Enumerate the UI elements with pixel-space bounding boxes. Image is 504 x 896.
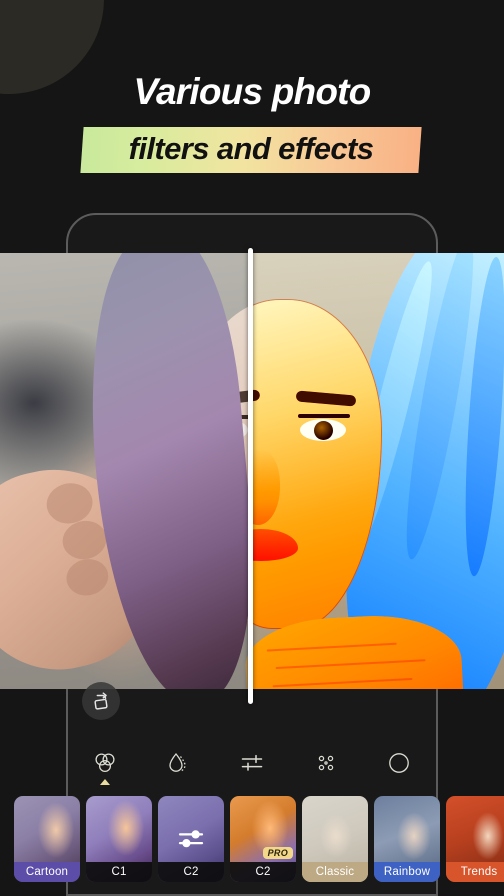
- tool-filters[interactable]: [81, 739, 129, 787]
- dots-grid-icon: [318, 755, 333, 771]
- filter-thumb-c2-3[interactable]: PRO C2: [230, 796, 296, 882]
- tool-blur[interactable]: [154, 739, 202, 787]
- photo-after-image: [250, 253, 504, 689]
- before-after-divider[interactable]: [248, 248, 253, 704]
- photo-after-half: [250, 253, 504, 689]
- page-title: Various photo: [133, 71, 372, 112]
- filter-thumb-label: C2: [158, 862, 224, 882]
- rotate-button[interactable]: [82, 682, 120, 720]
- droplet-icon: [169, 753, 187, 772]
- promo-screenshot: Various photo filters and effects Cartoo…: [0, 0, 504, 896]
- three-circles-icon: [95, 753, 115, 773]
- filter-thumb-c2-2[interactable]: C2: [158, 796, 224, 882]
- page-subtitle: filters and effects: [128, 131, 374, 166]
- photo-before-half: [0, 253, 250, 689]
- filter-thumb-cartoon-0[interactable]: Cartoon: [14, 796, 80, 882]
- filter-thumb-label: Rainbow: [374, 862, 440, 882]
- tool-vignette[interactable]: [375, 739, 423, 787]
- filter-thumb-trends-6[interactable]: Trends: [446, 796, 504, 882]
- sliders-icon: [241, 754, 263, 771]
- headline-banner: filters and effects: [80, 127, 422, 173]
- photo-before-image: [0, 253, 250, 689]
- filter-thumb-label: Trends: [446, 862, 504, 882]
- filter-thumb-classic-4[interactable]: Classic: [302, 796, 368, 882]
- tool-effects[interactable]: [302, 739, 350, 787]
- filter-thumb-label: Classic: [302, 862, 368, 882]
- filter-strip[interactable]: Cartoon C1 C2 PRO C2 Classic Rainbow Trends: [0, 796, 504, 888]
- filter-thumb-label: Cartoon: [14, 862, 80, 882]
- filter-thumb-rainbow-5[interactable]: Rainbow: [374, 796, 440, 882]
- filter-thumb-c1-1[interactable]: C1: [86, 796, 152, 882]
- circle-icon: [389, 753, 410, 773]
- active-indicator: [99, 779, 110, 785]
- filter-thumb-label: C1: [86, 862, 152, 882]
- editor-toolbar: [68, 736, 436, 790]
- rotate-icon: [94, 692, 108, 710]
- pro-badge: PRO: [262, 847, 293, 859]
- filter-thumb-label: C2: [230, 862, 296, 882]
- sliders-icon: [178, 830, 204, 848]
- tool-adjust[interactable]: [228, 739, 276, 787]
